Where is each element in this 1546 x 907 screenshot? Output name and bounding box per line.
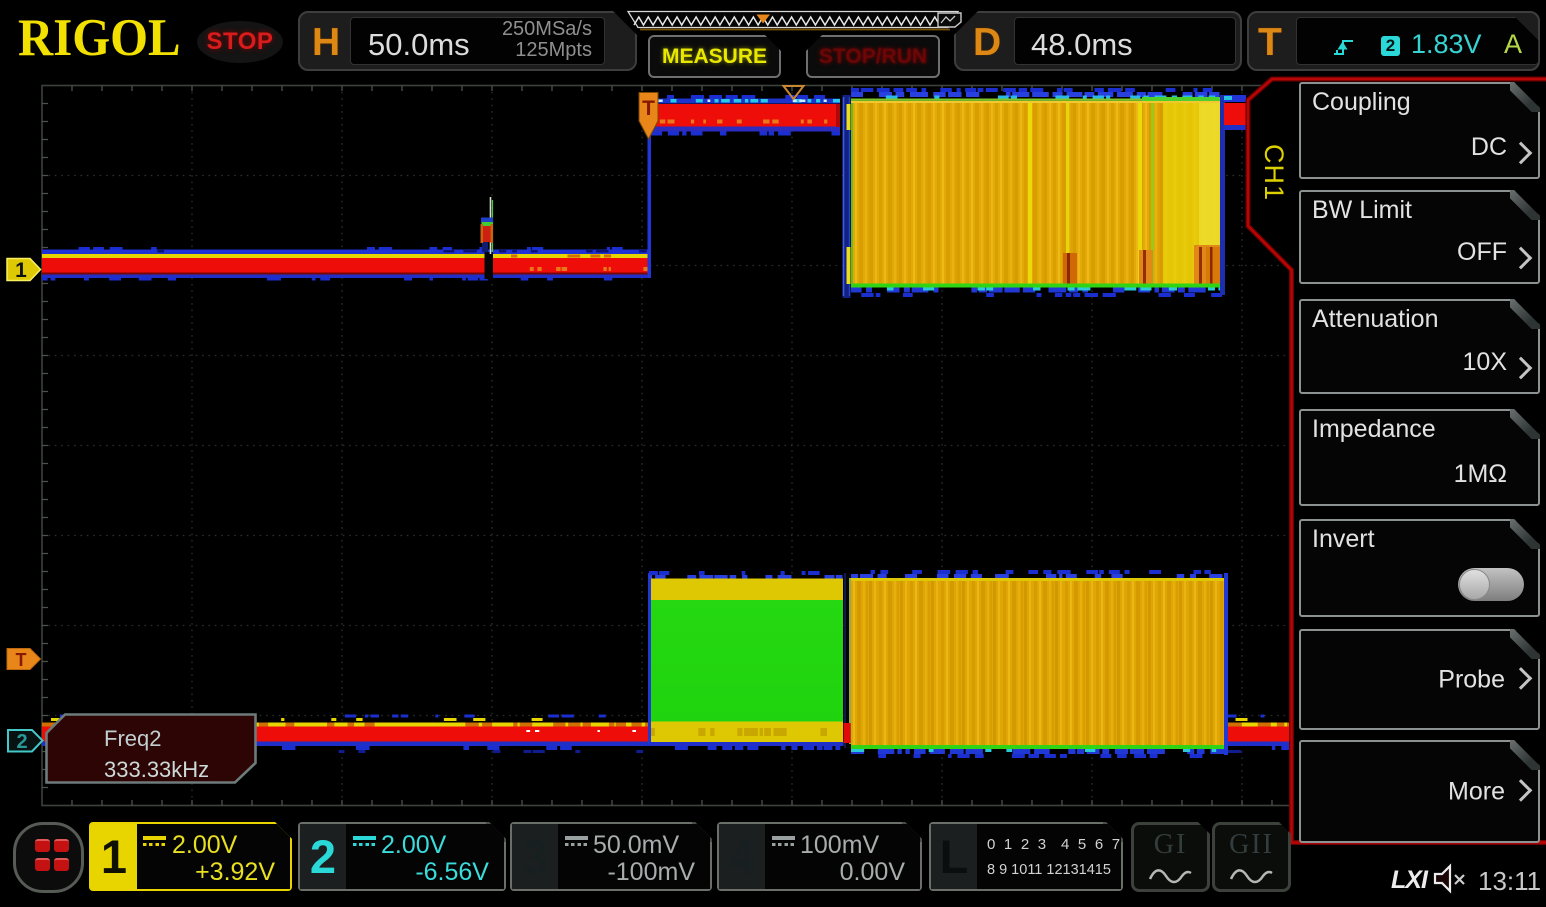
svg-text:T: T bbox=[642, 97, 655, 120]
svg-text:333.33kHz: 333.33kHz bbox=[104, 757, 209, 782]
svg-text:2: 2 bbox=[16, 731, 27, 753]
svg-text:1: 1 bbox=[15, 259, 27, 282]
svg-text:Freq2: Freq2 bbox=[104, 726, 161, 751]
svg-text:T: T bbox=[16, 650, 27, 670]
